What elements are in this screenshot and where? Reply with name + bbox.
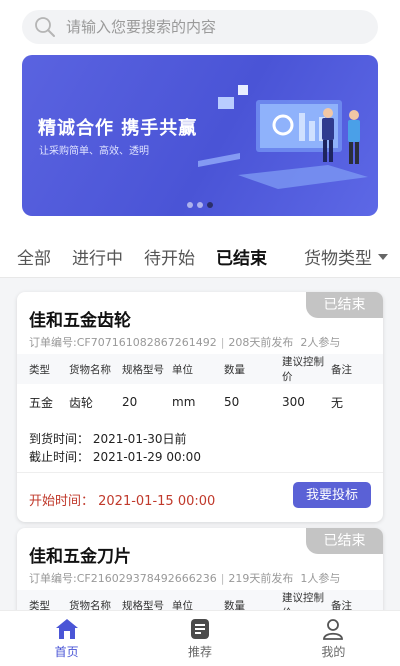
col-header: 货物名称 (69, 599, 111, 611)
carousel-dot[interactable] (197, 202, 203, 208)
nav-home[interactable]: 首页 (0, 611, 133, 666)
arrival-time: 到货时间： 2021-01-30日前 (29, 432, 187, 446)
carousel-dot-active[interactable] (207, 202, 213, 208)
order-card[interactable]: 已结束 佳和五金齿轮 订单编号:CF707161082867261492 | 208… (17, 292, 383, 522)
order-title: 佳和五金刀片 (29, 547, 131, 567)
col-header: 建议控制价 (282, 592, 324, 610)
caret-down-icon (378, 253, 388, 260)
table-cell: 无 (331, 395, 344, 410)
col-header: 货物名称 (69, 363, 111, 376)
user-icon (323, 619, 344, 640)
home-icon (55, 619, 78, 639)
participant-count: 1人参与 (300, 572, 341, 585)
nav-recommend[interactable]: 推荐 (133, 611, 266, 666)
table-cell: 齿轮 (69, 395, 94, 410)
col-header: 单位 (172, 363, 193, 376)
promo-banner[interactable]: 精诚合作 携手共赢 让采购简单、高效、透明 (22, 55, 378, 216)
nav-recommend-label: 推荐 (187, 645, 212, 659)
carousel-dot[interactable] (187, 202, 193, 208)
published-time: 208天前发布 (228, 336, 294, 349)
order-meta: 订单编号:CF707161082867261492 | 208天前发布 2人参与 (29, 336, 341, 349)
carousel-dots (187, 202, 213, 208)
col-header: 备注 (331, 363, 352, 376)
table-cell: 20 (122, 395, 138, 409)
tab-pending[interactable]: 待开始 (144, 244, 195, 269)
tab-all[interactable]: 全部 (17, 244, 51, 269)
list-icon (190, 619, 209, 639)
nav-home-label: 首页 (54, 645, 79, 659)
order-title: 佳和五金齿轮 (29, 311, 131, 331)
table-cell: 五金 (29, 395, 54, 410)
search-input[interactable] (66, 18, 356, 36)
nav-mine[interactable]: 我的 (267, 611, 400, 666)
order-number: 订单编号:CF216029378492666236 (29, 572, 217, 585)
status-tabs: 全部 进行中 待开始 已结束 货物类型 (0, 236, 400, 276)
table-cell: mm (172, 395, 196, 409)
participant-count: 2人参与 (300, 336, 341, 349)
start-time: 开始时间： 2021-01-15 00:00 (29, 494, 216, 509)
banner-title: 精诚合作 携手共赢 (38, 118, 198, 139)
deadline-time: 截止时间： 2021-01-29 00:00 (29, 450, 201, 464)
tab-ended[interactable]: 已结束 (216, 244, 267, 269)
order-card[interactable]: 已结束 佳和五金刀片 订单编号:CF216029378492666236 | 219… (17, 528, 383, 610)
order-feed[interactable]: 已结束 佳和五金齿轮 订单编号:CF707161082867261492 | 208… (0, 278, 400, 610)
col-header: 备注 (331, 599, 352, 611)
search-icon (34, 16, 56, 38)
col-header: 规格型号 (122, 363, 164, 376)
table-header: 类型 货物名称 规格型号 单位 数量 建议控制价 备注 (17, 590, 383, 610)
table-cell: 50 (224, 395, 240, 409)
col-header: 单位 (172, 599, 193, 611)
nav-mine-label: 我的 (321, 645, 346, 659)
card-divider (17, 472, 383, 473)
status-badge: 已结束 (306, 292, 383, 318)
col-header: 数量 (224, 363, 245, 376)
col-header: 数量 (224, 599, 245, 611)
goods-type-filter[interactable]: 货物类型 (304, 244, 388, 269)
published-time: 219天前发布 (228, 572, 294, 585)
table-row: 五金 齿轮 20 mm 50 300 无 (17, 384, 383, 420)
col-header: 类型 (29, 599, 50, 611)
bid-button[interactable]: 我要投标 (293, 482, 371, 508)
goods-table: 类型 货物名称 规格型号 单位 数量 建议控制价 备注 五金 齿轮 20 mm … (17, 354, 383, 420)
banner-illustration (198, 85, 368, 189)
goods-type-label: 货物类型 (304, 249, 372, 269)
person-right (348, 110, 360, 164)
goods-table: 类型 货物名称 规格型号 单位 数量 建议控制价 备注 (17, 590, 383, 610)
col-header: 建议控制价 (282, 356, 324, 383)
order-number: 订单编号:CF707161082867261492 (29, 336, 217, 349)
banner-subtitle: 让采购简单、高效、透明 (39, 146, 149, 157)
status-badge: 已结束 (306, 528, 383, 554)
table-cell: 300 (282, 395, 305, 409)
col-header: 类型 (29, 363, 50, 376)
col-header: 规格型号 (122, 599, 164, 611)
search-bar[interactable] (22, 10, 378, 44)
bottom-nav: 首页 推荐 我的 (0, 610, 400, 666)
table-header: 类型 货物名称 规格型号 单位 数量 建议控制价 备注 (17, 354, 383, 384)
order-meta: 订单编号:CF216029378492666236 | 219天前发布 1人参与 (29, 572, 341, 585)
tab-in-progress[interactable]: 进行中 (72, 244, 123, 269)
